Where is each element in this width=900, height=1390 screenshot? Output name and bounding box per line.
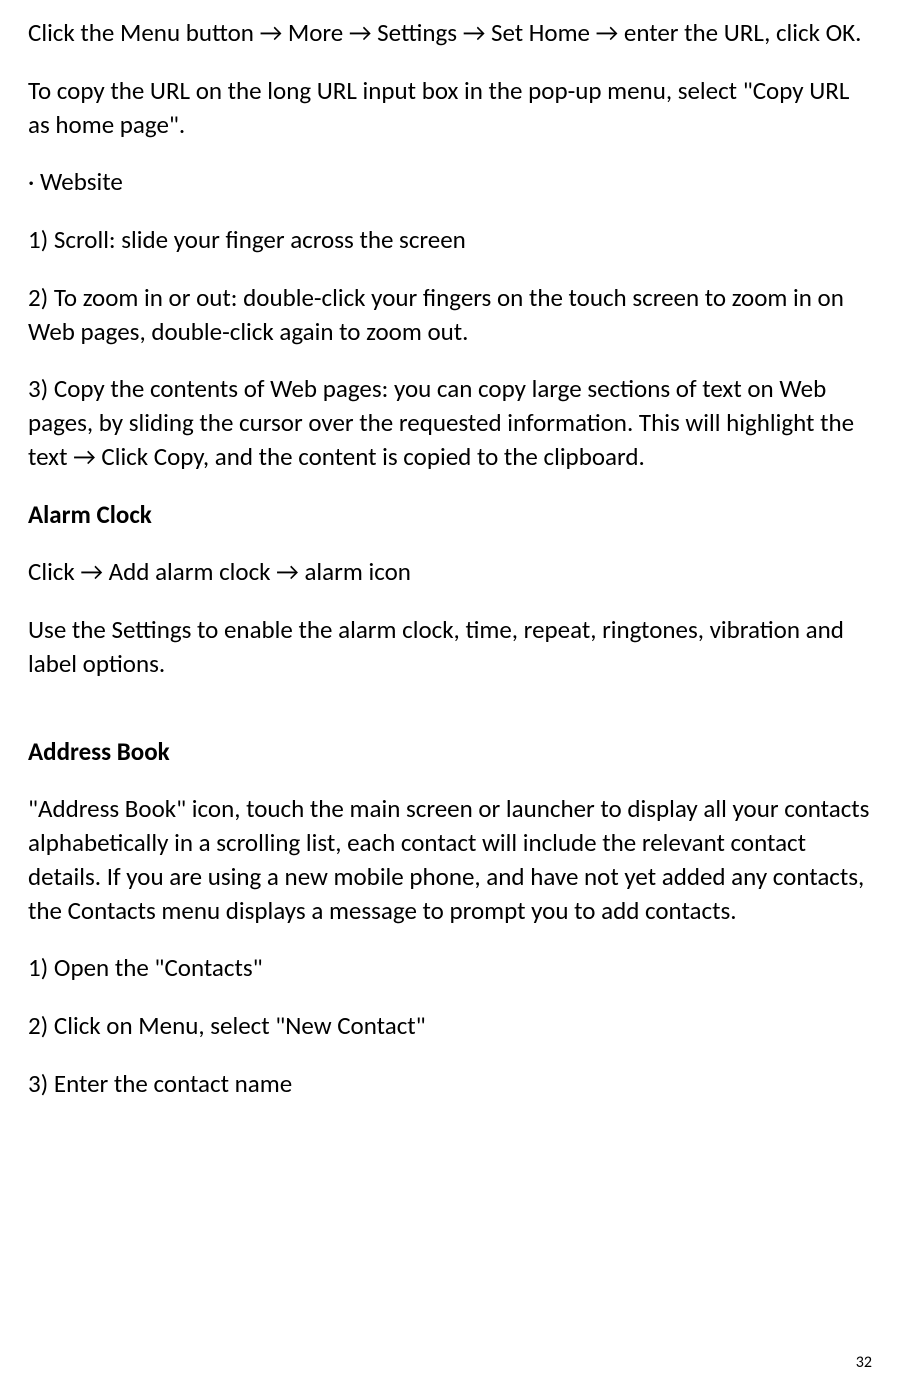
- heading-alarm-clock: Alarm Clock: [28, 498, 872, 532]
- list-item: 3) Copy the contents of Web pages: you c…: [28, 372, 872, 473]
- list-item: 3) Enter the contact name: [28, 1067, 872, 1101]
- document-content: Click the Menu button → More → Settings …: [28, 16, 872, 1101]
- paragraph: Use the Settings to enable the alarm clo…: [28, 613, 872, 681]
- bullet-item: · Website: [28, 165, 872, 199]
- list-item: 2) Click on Menu, select "New Contact": [28, 1009, 872, 1043]
- page-number: 32: [856, 1353, 872, 1372]
- spacing: [28, 705, 872, 735]
- heading-address-book: Address Book: [28, 735, 872, 769]
- list-item: 2) To zoom in or out: double-click your …: [28, 281, 872, 349]
- paragraph: To copy the URL on the long URL input bo…: [28, 74, 872, 142]
- paragraph: Click the Menu button → More → Settings …: [28, 16, 872, 50]
- list-item: 1) Scroll: slide your finger across the …: [28, 223, 872, 257]
- paragraph: Click → Add alarm clock → alarm icon: [28, 555, 872, 589]
- paragraph: "Address Book" icon, touch the main scre…: [28, 792, 872, 927]
- list-item: 1) Open the "Contacts": [28, 951, 872, 985]
